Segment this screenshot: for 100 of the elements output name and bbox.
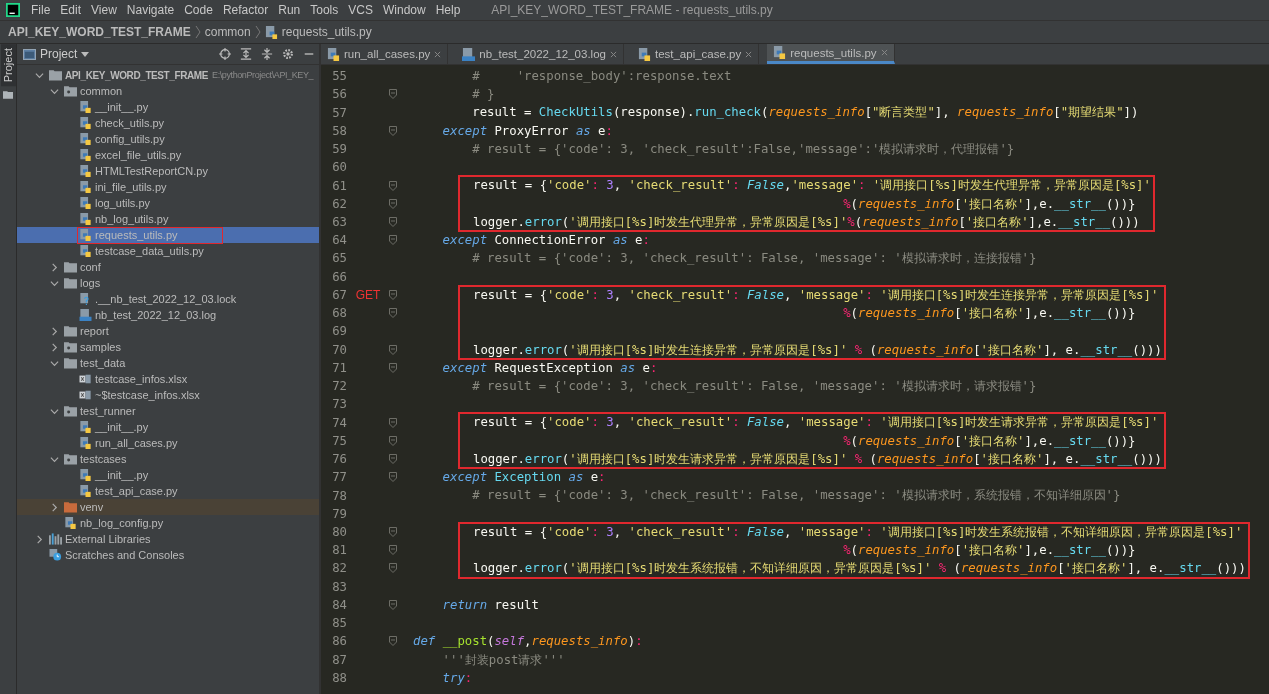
tree-item[interactable]: testcase_data_utils.py	[17, 243, 319, 259]
menu-item[interactable]: VCS	[343, 3, 378, 17]
fold-marker-icon[interactable]	[389, 89, 397, 100]
line-number: 63	[331, 215, 347, 229]
fold-marker-icon[interactable]	[389, 545, 397, 556]
code-line: %(requests_info['接口名称'],e.__str__())}	[842, 306, 1136, 321]
tree-item[interactable]: report	[17, 323, 319, 339]
breadcrumb-item[interactable]: common	[204, 25, 251, 39]
code-line: # 'response_body':response.text	[471, 69, 732, 83]
menu-item[interactable]: File	[26, 3, 56, 17]
tree-item[interactable]: testcase_infos.xlsx	[17, 371, 319, 387]
close-icon[interactable]	[434, 50, 442, 58]
menu-item[interactable]: Code	[179, 3, 218, 17]
code-line: except ConnectionError as e:	[441, 233, 650, 248]
fold-marker-icon[interactable]	[389, 235, 397, 246]
tree-item[interactable]: conf	[17, 259, 319, 275]
tree-item[interactable]: test_runner	[17, 403, 319, 419]
settings-icon[interactable]	[282, 48, 294, 60]
python-file-icon	[79, 117, 92, 129]
dropdown-caret-icon[interactable]	[81, 51, 90, 57]
fold-marker-icon[interactable]	[389, 217, 397, 227]
tree-item[interactable]: __init__.py	[17, 99, 319, 115]
editor-tab[interactable]: run_all_cases.py	[321, 44, 449, 64]
line-number: 61	[331, 178, 347, 193]
tree-item[interactable]: .__nb_test_2022_12_03.lock	[17, 291, 319, 307]
tree-item[interactable]: test_api_case.py	[17, 483, 319, 499]
tree-item[interactable]: External Libraries	[17, 531, 319, 547]
fold-marker-icon[interactable]	[389, 417, 397, 428]
tree-item[interactable]: nb_log_config.py	[17, 515, 319, 531]
code-line: logger.error('调用接口[%s]时发生代理异常，异常原因是[%s]'%(requests_info['接口名称'],e.__str__()))	[473, 214, 1140, 229]
fold-marker-icon[interactable]	[389, 289, 397, 300]
tree-item[interactable]: logs	[17, 275, 319, 291]
fold-marker-icon[interactable]	[389, 308, 397, 319]
expand-all-icon[interactable]	[240, 48, 252, 60]
tree-item[interactable]: config_utils.py	[17, 131, 319, 147]
tree-item[interactable]: run_all_cases.py	[17, 435, 319, 451]
menu-item[interactable]: Run	[273, 3, 306, 17]
breadcrumb-item[interactable]: requests_utils.py	[281, 25, 372, 39]
menu-item[interactable]: Window	[377, 3, 431, 17]
tree-item[interactable]: API_KEY_WORD_TEST_FRAME E:\pythonProject\API_KEY_	[17, 67, 319, 83]
fold-marker-icon[interactable]	[389, 180, 397, 191]
menu-item[interactable]: Tools	[305, 3, 344, 17]
menu-item[interactable]: Navigate	[121, 3, 180, 17]
app-logo-icon	[6, 3, 20, 17]
tree-item[interactable]: log_utils.py	[17, 195, 319, 211]
python-file-icon	[79, 149, 92, 161]
fold-marker-icon[interactable]	[389, 563, 397, 574]
fold-marker-icon[interactable]	[389, 362, 397, 373]
editor-tab[interactable]: test_api_case.py	[631, 44, 760, 64]
fold-marker-icon[interactable]	[389, 344, 397, 355]
tree-item[interactable]: ~$testcase_infos.xlsx	[17, 387, 319, 403]
fold-marker-icon[interactable]	[389, 526, 397, 537]
tree-item[interactable]: test_data	[17, 355, 319, 371]
line-number: 81	[331, 543, 347, 558]
tree-item[interactable]: common	[17, 83, 319, 99]
panel-title[interactable]: Project	[40, 47, 78, 61]
fold-marker-icon[interactable]	[389, 435, 397, 446]
line-number: 79	[331, 506, 347, 521]
code-line: %(requests_info['接口名称'],e.__str__())}	[842, 196, 1136, 211]
menu-item[interactable]: Refactor	[217, 3, 274, 17]
tree-item[interactable]: excel_file_utils.py	[17, 147, 319, 163]
editor-tab[interactable]: nb_test_2022_12_03.log	[456, 44, 624, 64]
fold-marker-icon[interactable]	[389, 125, 397, 136]
python-file-icon	[327, 47, 340, 61]
tree-item[interactable]: ini_file_utils.py	[17, 179, 319, 195]
tree-item[interactable]: HTMLTestReportCN.py	[17, 163, 319, 179]
side-tab[interactable]: Project	[0, 44, 16, 87]
crosshair-icon[interactable]	[219, 48, 231, 60]
tree-item[interactable]: testcases	[17, 451, 319, 467]
tree-item[interactable]: venv	[17, 499, 319, 515]
tree-item[interactable]: Scratches and Consoles	[17, 547, 319, 563]
python-file-icon	[79, 229, 92, 241]
fold-marker-icon[interactable]	[389, 454, 397, 465]
editor-tab[interactable]: requests_utils.py	[767, 44, 895, 64]
fold-marker-icon[interactable]	[389, 198, 397, 209]
tree-item[interactable]: nb_test_2022_12_03.log	[17, 307, 319, 323]
collapse-all-icon[interactable]	[261, 48, 273, 60]
line-number: 86	[331, 634, 347, 649]
menu-item[interactable]: Help	[430, 3, 466, 17]
line-number: 62	[331, 196, 347, 211]
tree-item[interactable]: nb_log_utils.py	[17, 211, 319, 227]
code-line: # result = {'code': 3, 'check_result':False,'message':'模拟请求时，代理报错'}	[471, 141, 1015, 156]
close-icon[interactable]	[745, 50, 753, 58]
menu-item[interactable]: Edit	[55, 3, 87, 17]
scratch-clock-icon	[49, 549, 62, 561]
tree-item[interactable]: samples	[17, 339, 319, 355]
fold-marker-icon[interactable]	[389, 472, 397, 483]
tree-item[interactable]: __init__.py	[17, 467, 319, 483]
code-line: logger.error('调用接口[%s]时发生请求异常，异常原因是[%s]' % (requests_info['接口名称'], e.__str__()))	[473, 451, 1162, 466]
tree-item[interactable]: __init__.py	[17, 419, 319, 435]
python-file-icon	[773, 46, 787, 59]
breadcrumb-item[interactable]: API_KEY_WORD_TEST_FRAME	[8, 25, 191, 39]
close-icon[interactable]	[609, 50, 617, 58]
code-line: # result = {'code': 3, 'check_result': False, 'message': '模拟请求时，请求报错'}	[471, 379, 1037, 393]
python-file-icon	[79, 133, 92, 145]
close-icon[interactable]	[880, 49, 888, 56]
menu-item[interactable]: View	[86, 3, 122, 17]
fold-marker-icon[interactable]	[389, 636, 397, 647]
fold-marker-icon[interactable]	[389, 599, 397, 610]
tree-item[interactable]: check_utils.py	[17, 115, 319, 131]
